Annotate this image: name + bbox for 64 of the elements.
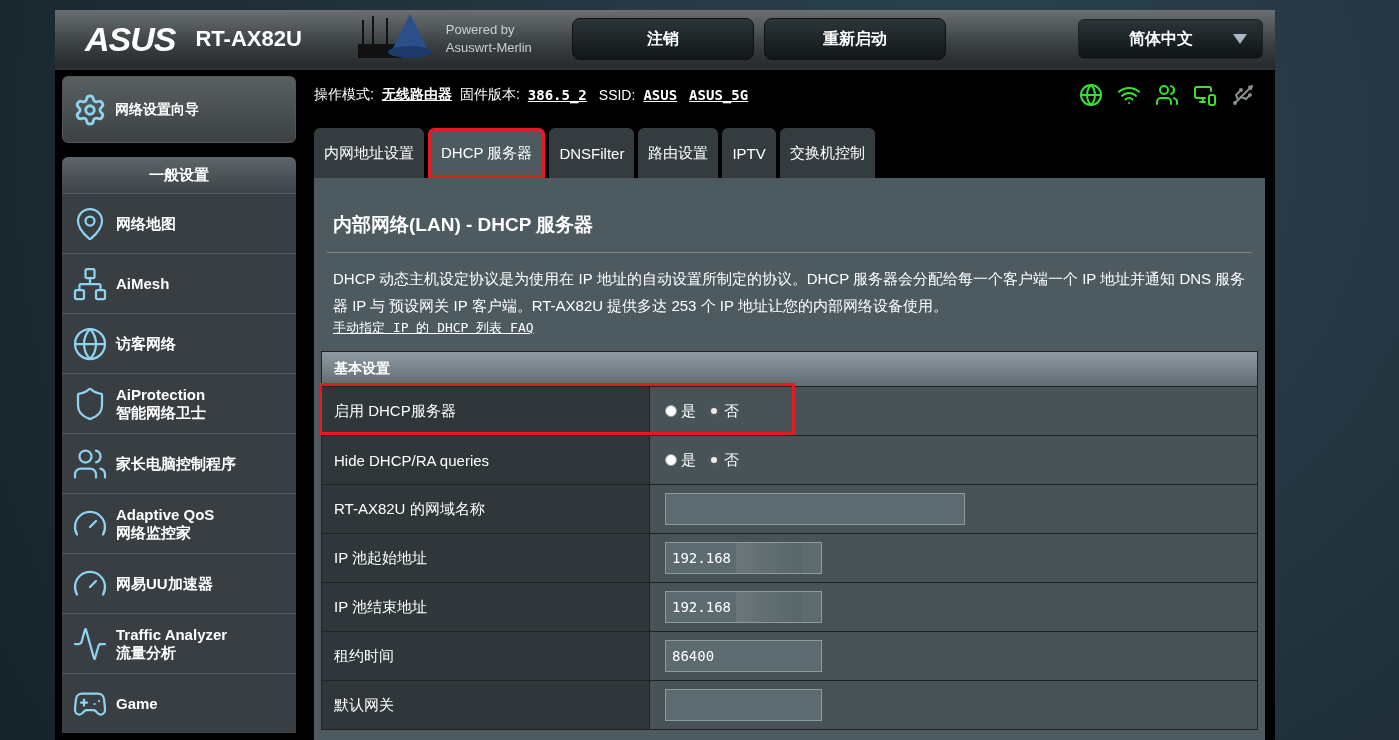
tab[interactable]: 路由设置 <box>638 128 719 178</box>
radio-label: 是 <box>681 450 696 470</box>
section-header: 基本设置 <box>322 352 1257 386</box>
caret-icon <box>1232 34 1247 44</box>
ssid-link[interactable]: ASUS <box>643 87 678 103</box>
firmware-brand: Asuswrt-Merlin <box>445 39 532 57</box>
radio-button[interactable] <box>708 405 720 417</box>
faq-link[interactable]: 手动指定 IP 的 DHCP 列表 FAQ <box>333 319 534 337</box>
setting-label: IP 池结束地址 <box>322 583 650 631</box>
tab[interactable]: DNSFilter <box>549 128 635 178</box>
setting-label: 默认网关 <box>322 681 650 729</box>
sidebar-item[interactable]: Adaptive QoS 网络监控家 <box>62 493 296 553</box>
setting-label: 租约时间 <box>322 632 650 680</box>
ssid-link[interactable]: ASUS_5G <box>689 87 749 103</box>
sidebar-item[interactable]: 家长电脑控制程序 <box>62 433 296 493</box>
setting-label: RT-AX82U 的网域名称 <box>322 485 650 533</box>
sidebar-item[interactable]: 网络地图 <box>62 193 296 253</box>
firmware-link[interactable]: 386.5_2 <box>527 87 587 103</box>
network-icon <box>72 265 108 302</box>
input-field[interactable]: 192.168 <box>665 542 822 574</box>
setting-label: 启用 DHCP服务器 <box>322 387 650 435</box>
radio-label: 否 <box>724 401 739 421</box>
radio-label: 是 <box>681 401 696 421</box>
gear-icon <box>73 92 107 127</box>
sidebar-item[interactable]: AiProtection 智能网络卫士 <box>62 373 296 433</box>
tab[interactable]: IPTV <box>722 128 776 178</box>
language-dropdown[interactable]: 简体中文 <box>1078 19 1263 59</box>
activity-icon <box>72 625 108 662</box>
description-text: DHCP 动态主机设定协议是为使用在 IP 地址的自动设置所制定的协议。DHCP 服务器会分配给每一个客户端一个 IP 地址并通知 DNS 服务器 IP 与 预设网关 IP 客户端。RT-AX82U 提供多达 253 个 IP 地址让您的内部网络设备使用。 <box>333 269 1246 316</box>
setting-label: Hide DHCP/RA queries <box>322 436 650 484</box>
firmware-label: 固件版本: <box>459 86 520 104</box>
input-field[interactable] <box>665 493 965 525</box>
brand-logo: ASUS <box>85 19 176 59</box>
radio-button[interactable] <box>665 405 677 417</box>
logout-button[interactable]: 注销 <box>571 18 754 60</box>
model-name: RT-AX82U <box>195 26 302 52</box>
page-title: 内部网络(LAN) - DHCP 服务器 <box>327 188 1252 253</box>
tab[interactable]: 交换机控制 <box>779 128 875 178</box>
tab[interactable]: DHCP 服务器 <box>428 128 546 178</box>
sidebar-item[interactable]: 访客网络 <box>62 313 296 373</box>
powered-by-text: Powered by <box>445 21 516 39</box>
reboot-button[interactable]: 重新启动 <box>763 18 946 60</box>
input-field[interactable]: 86400 <box>665 640 822 672</box>
sidebar-item[interactable]: Traffic Analyzer 流量分析 <box>62 613 296 673</box>
globe-icon[interactable] <box>1079 83 1103 107</box>
sidebar-item[interactable]: 网易UU加速器 <box>62 553 296 613</box>
setup-wizard-button[interactable]: 网络设置向导 <box>62 76 296 143</box>
input-field[interactable]: 192.168 <box>665 591 822 623</box>
setting-label: IP 池起始地址 <box>322 534 650 582</box>
globe-icon <box>72 325 108 362</box>
radio-button[interactable] <box>708 454 720 466</box>
sidebar-item[interactable]: AiMesh <box>62 253 296 313</box>
radio-label: 否 <box>724 450 739 470</box>
monitor-icon[interactable] <box>1193 83 1217 107</box>
sidebar-item[interactable]: Game <box>62 673 296 733</box>
radio-button[interactable] <box>665 454 677 466</box>
mode-label: 操作模式: <box>314 86 374 104</box>
users-icon[interactable] <box>1155 83 1179 107</box>
ssid-label: SSID: <box>598 87 636 103</box>
input-field[interactable] <box>665 689 822 721</box>
section-header: 一般设置 <box>62 157 296 193</box>
tab[interactable]: 内网地址设置 <box>314 128 424 178</box>
usb-icon[interactable] <box>1231 83 1255 107</box>
mode-link[interactable]: 无线路由器 <box>381 86 452 104</box>
